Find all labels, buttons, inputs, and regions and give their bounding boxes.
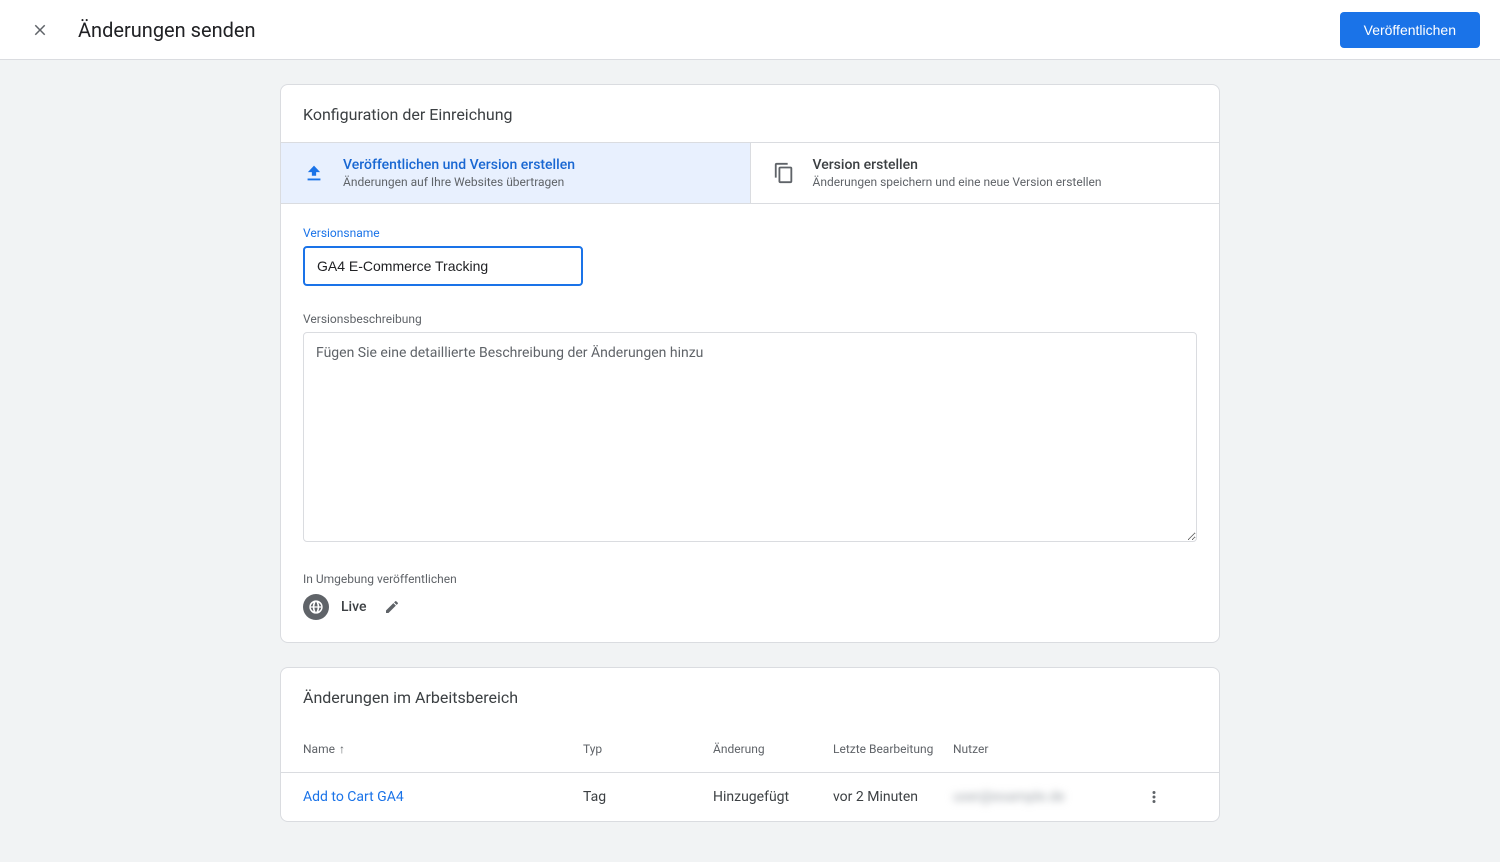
- card-title-config: Konfiguration der Einreichung: [281, 85, 1219, 142]
- sort-ascending-icon: ↑: [339, 742, 345, 756]
- submission-config-card: Konfiguration der Einreichung Veröffentl…: [280, 84, 1220, 643]
- col-change-header[interactable]: Änderung: [713, 742, 833, 756]
- upload-icon: [303, 162, 325, 184]
- tab-publish-and-create-version[interactable]: Veröffentlichen und Version erstellen Än…: [281, 143, 751, 203]
- table-row: Add to Cart GA4 Tag Hinzugefügt vor 2 Mi…: [281, 773, 1219, 821]
- more-vert-icon: [1145, 788, 1163, 806]
- col-name-header[interactable]: Name ↑: [303, 742, 583, 756]
- close-button[interactable]: [20, 10, 60, 50]
- change-lastedit: vor 2 Minuten: [833, 789, 953, 805]
- card-title-changes: Änderungen im Arbeitsbereich: [281, 668, 1219, 725]
- dialog-title: Änderungen senden: [78, 18, 256, 42]
- environment-label: In Umgebung veröffentlichen: [303, 572, 1197, 586]
- environment-value: Live: [341, 599, 366, 615]
- tab-title: Version erstellen: [813, 157, 1102, 173]
- edit-environment-button[interactable]: [384, 599, 400, 615]
- dialog-header: Änderungen senden Veröffentlichen: [0, 0, 1500, 60]
- changes-table-header: Name ↑ Typ Änderung Letzte Bearbeitung N…: [281, 725, 1219, 773]
- col-type-header[interactable]: Typ: [583, 742, 713, 756]
- version-description-label: Versionsbeschreibung: [303, 312, 1197, 326]
- close-icon: [31, 21, 49, 39]
- tab-subtitle: Änderungen auf Ihre Websites übertragen: [343, 175, 575, 189]
- version-name-label: Versionsname: [303, 226, 1197, 240]
- col-user-header[interactable]: Nutzer: [953, 742, 1123, 756]
- version-description-textarea[interactable]: [303, 332, 1197, 542]
- tab-create-version[interactable]: Version erstellen Änderungen speichern u…: [751, 143, 1220, 203]
- change-status: Hinzugefügt: [713, 789, 833, 805]
- col-lastedit-header[interactable]: Letzte Bearbeitung: [833, 742, 953, 756]
- row-actions-button[interactable]: [1123, 788, 1163, 806]
- workspace-changes-card: Änderungen im Arbeitsbereich Name ↑ Typ …: [280, 667, 1220, 822]
- copy-icon: [773, 162, 795, 184]
- publish-button[interactable]: Veröffentlichen: [1340, 12, 1480, 48]
- tab-title: Veröffentlichen und Version erstellen: [343, 157, 575, 173]
- change-name-link[interactable]: Add to Cart GA4: [303, 789, 583, 805]
- pencil-icon: [384, 599, 400, 615]
- globe-icon: [303, 594, 329, 620]
- change-type: Tag: [583, 789, 713, 805]
- submission-tabs: Veröffentlichen und Version erstellen Än…: [281, 142, 1219, 204]
- tab-subtitle: Änderungen speichern und eine neue Versi…: [813, 175, 1102, 189]
- change-user: user@example.de: [953, 789, 1123, 805]
- version-name-input[interactable]: [303, 246, 583, 286]
